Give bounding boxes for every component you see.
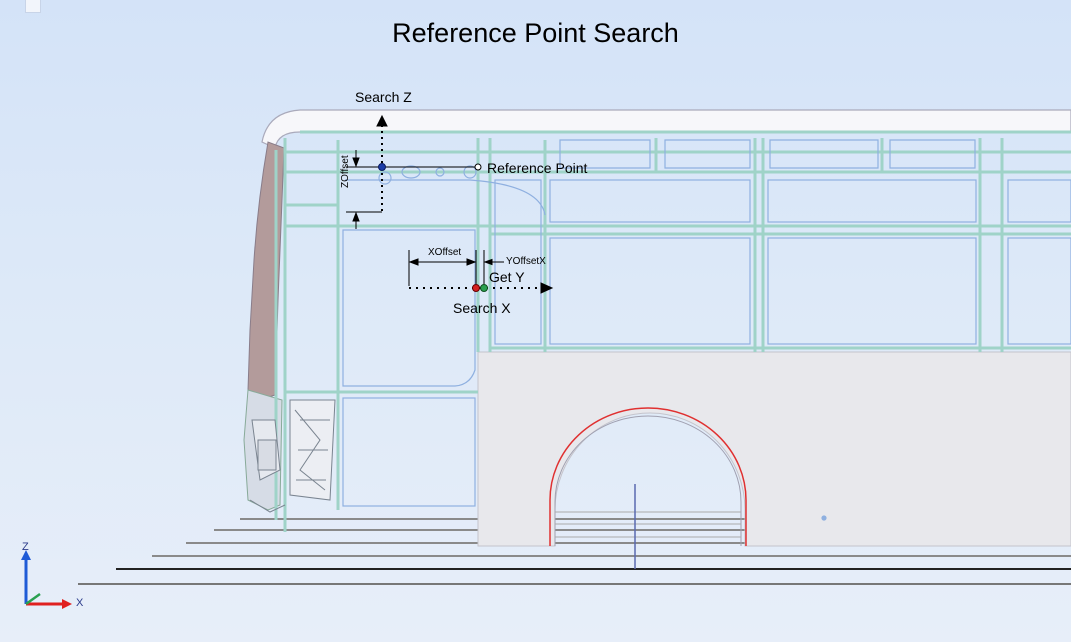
reference-point-label: Reference Point: [487, 160, 588, 176]
axis-x-label: X: [76, 597, 84, 609]
get-y-label: Get Y: [489, 269, 525, 285]
axis-triad: [21, 550, 72, 609]
bus-scene: [21, 109, 1071, 609]
page-title: Reference Point Search: [392, 18, 679, 48]
roof: [261, 109, 1071, 149]
reference-point-marker[interactable]: [378, 163, 386, 171]
y-offset-x-label: YOffsetX: [506, 256, 546, 267]
z-offset-label: ZOffset: [340, 155, 351, 188]
viewport[interactable]: Reference Point Search Search Z Referenc…: [0, 0, 1071, 642]
axis-z-label: Z: [22, 541, 29, 553]
search-z-label: Search Z: [355, 89, 412, 105]
search-x-label: Search X: [453, 300, 511, 316]
x-offset-label: XOffset: [428, 247, 462, 258]
get-y-marker[interactable]: [480, 284, 488, 292]
front-face: [247, 141, 285, 401]
search-x-marker[interactable]: [472, 284, 480, 292]
reference-point-open-marker: [474, 163, 482, 171]
